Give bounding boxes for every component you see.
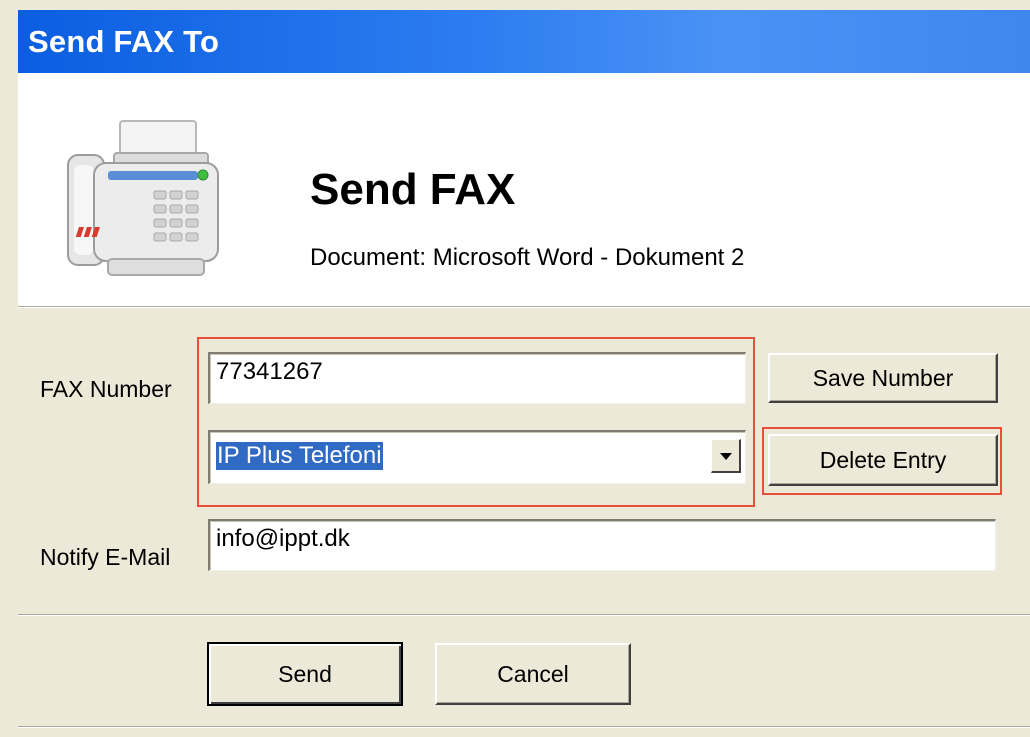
fax-machine-icon — [67, 120, 219, 276]
title-bar[interactable]: Send FAX To — [18, 10, 1030, 73]
fax-number-input[interactable]: 77341267 — [208, 352, 746, 404]
window-title: Send FAX To — [28, 24, 220, 59]
form-separator — [18, 614, 1030, 616]
cancel-button[interactable]: Cancel — [435, 643, 631, 705]
phonebook-selected-value: IP Plus Telefoni — [216, 442, 383, 470]
notify-email-input[interactable]: info@ippt.dk — [208, 519, 996, 571]
fax-number-label: FAX Number — [40, 376, 172, 402]
dropdown-arrow-button[interactable] — [711, 439, 741, 473]
send-button[interactable]: Send — [207, 642, 403, 706]
chevron-down-icon — [720, 453, 732, 460]
notify-email-label: Notify E-Mail — [40, 544, 171, 570]
dialog-heading: Send FAX — [310, 165, 516, 214]
document-name: Document: Microsoft Word - Dokument 2 — [310, 244, 745, 271]
phonebook-combo[interactable]: IP Plus Telefoni — [208, 430, 746, 484]
header-divider — [18, 306, 1030, 308]
save-number-button[interactable]: Save Number — [768, 353, 998, 403]
footer-separator — [18, 726, 1030, 728]
dialog-header: Send FAX Document: Microsoft Word - Doku… — [18, 73, 1030, 306]
delete-entry-button[interactable]: Delete Entry — [768, 434, 998, 486]
